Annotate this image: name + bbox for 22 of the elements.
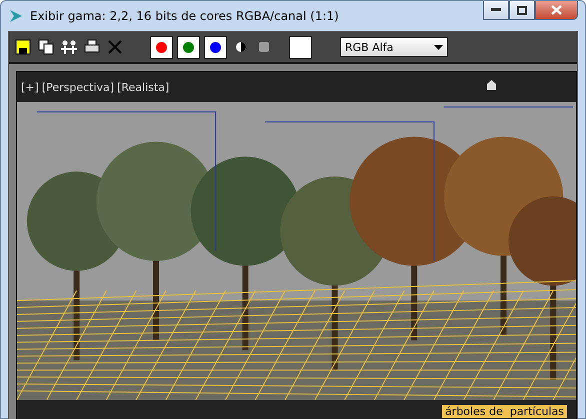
channel-toggle-button[interactable] bbox=[150, 36, 173, 58]
viewport-label[interactable]: [Realista] bbox=[117, 80, 170, 94]
maximize-button[interactable] bbox=[509, 1, 535, 20]
window-title: Exibir gama: 2,2, 16 bits de cores RGBA/canal (1:1) bbox=[30, 9, 340, 23]
minimize-icon bbox=[491, 8, 501, 12]
channel-toggle-button[interactable] bbox=[204, 36, 227, 58]
copy-icon[interactable] bbox=[36, 38, 55, 56]
viewport-label[interactable]: [+] bbox=[21, 80, 39, 94]
caret-icon bbox=[434, 44, 443, 50]
color-swatch[interactable] bbox=[289, 36, 312, 58]
minimize-button[interactable] bbox=[483, 1, 509, 20]
viewport-label[interactable]: [Perspectiva] bbox=[42, 80, 114, 94]
maximize-icon bbox=[517, 6, 527, 14]
close-icon bbox=[551, 5, 562, 15]
save-icon[interactable] bbox=[13, 38, 32, 56]
house-icon[interactable] bbox=[487, 80, 496, 90]
object-label: árboles de partículas bbox=[441, 404, 568, 419]
channel-toggle-button[interactable] bbox=[177, 36, 200, 58]
close-button[interactable] bbox=[535, 1, 578, 20]
channel-dropdown[interactable]: RGB Alfa bbox=[340, 37, 448, 57]
people-icon[interactable] bbox=[59, 38, 78, 56]
app-logo-icon bbox=[8, 8, 24, 24]
